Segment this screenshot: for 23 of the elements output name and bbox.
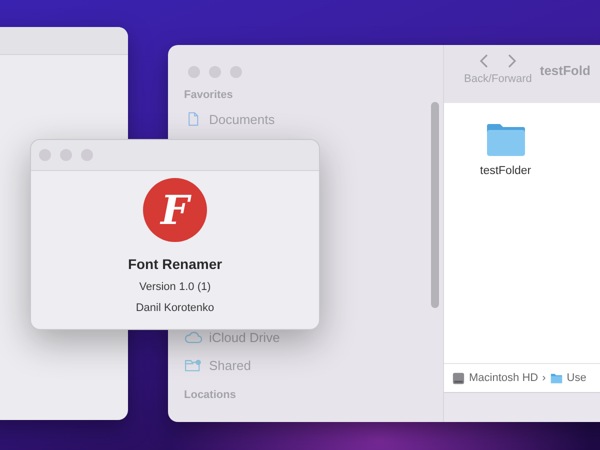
app-logo: F bbox=[143, 178, 207, 242]
close-button[interactable] bbox=[39, 149, 51, 161]
path-item[interactable]: Macintosh HD bbox=[469, 372, 538, 384]
scrollbar[interactable] bbox=[431, 102, 439, 308]
shared-folder-icon bbox=[184, 358, 202, 372]
folder-icon bbox=[550, 372, 563, 384]
author-text: Danil Korotenko bbox=[136, 302, 214, 314]
zoom-button[interactable] bbox=[81, 149, 93, 161]
window-title: testFold bbox=[540, 63, 590, 80]
zoom-button[interactable] bbox=[230, 66, 242, 78]
app-name: Font Renamer bbox=[128, 256, 222, 272]
sidebar-heading: Locations bbox=[184, 389, 237, 403]
file-name[interactable]: testFolder bbox=[480, 165, 532, 177]
close-button[interactable] bbox=[188, 66, 200, 78]
path-item[interactable]: Use bbox=[566, 372, 586, 384]
sidebar-heading: Favorites bbox=[184, 89, 234, 103]
folder-icon[interactable] bbox=[486, 123, 526, 157]
minimize-button[interactable] bbox=[60, 149, 72, 161]
version-text: Version 1.0 (1) bbox=[139, 281, 211, 293]
path-separator: › bbox=[542, 372, 546, 384]
minimize-button[interactable] bbox=[209, 66, 221, 78]
cloud-icon bbox=[184, 330, 202, 344]
toolbar-label: Back/Forward bbox=[464, 73, 532, 85]
